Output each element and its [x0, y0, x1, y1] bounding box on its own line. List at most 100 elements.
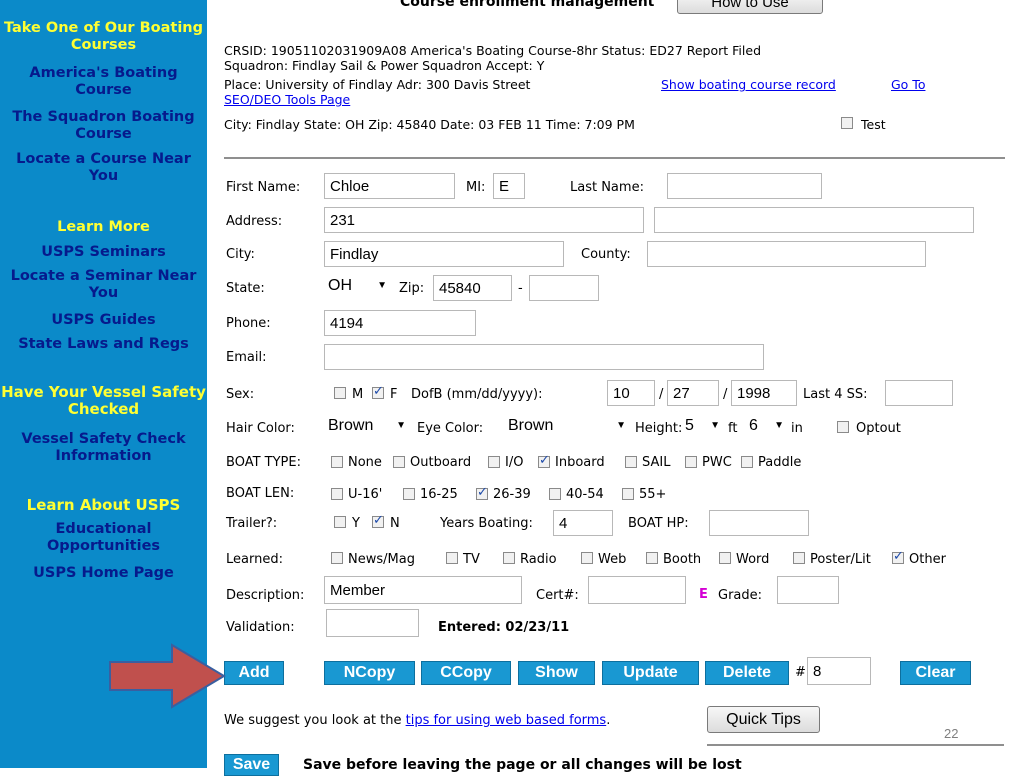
learned-booth-checkbox[interactable] [646, 552, 658, 564]
boat-len-26-39-checkbox[interactable] [476, 485, 488, 500]
county-input[interactable] [647, 241, 926, 267]
learned-newsmag-checkbox[interactable] [331, 552, 343, 564]
count-input[interactable] [807, 657, 871, 685]
save-button[interactable]: Save [224, 754, 279, 776]
learned-radio-checkbox[interactable] [503, 552, 515, 564]
divider-top [224, 157, 1005, 159]
trailer-no-checkbox[interactable] [372, 513, 384, 528]
ccopy-button[interactable]: CCopy [421, 661, 511, 685]
learned-web-checkbox[interactable] [581, 552, 593, 564]
mi-input[interactable] [493, 173, 525, 199]
state-label: State: [226, 281, 265, 296]
suggest-text: We suggest you look at the tips for usin… [224, 713, 610, 728]
tips-link[interactable]: tips for using web based forms [406, 713, 607, 728]
learned-posterlit-checkbox[interactable] [793, 552, 805, 564]
boat-type-outboard-label: Outboard [410, 455, 472, 470]
boat-type-pwc-checkbox[interactable] [685, 456, 697, 468]
sidebar-link-locate-seminar[interactable]: Locate a Seminar Near You [0, 268, 207, 302]
learned-newsmag-label: News/Mag [348, 552, 415, 567]
main-content: Course enrollment management How to Use … [207, 0, 1024, 776]
zip-input[interactable] [433, 275, 512, 301]
last-name-input[interactable] [667, 173, 822, 199]
goto-tools-link-start[interactable]: Go To [891, 77, 925, 92]
zip-label: Zip: [399, 281, 425, 296]
phone-input[interactable] [324, 310, 476, 336]
learned-tv-checkbox[interactable] [446, 552, 458, 564]
dob-day-input[interactable] [667, 380, 719, 406]
boat-len-55plus-label: 55+ [639, 487, 667, 502]
ncopy-button[interactable]: NCopy [324, 661, 415, 685]
trailer-no-label: N [390, 516, 400, 531]
years-boating-label: Years Boating: [440, 516, 533, 531]
learned-word-label: Word [736, 552, 770, 567]
description-label: Description: [226, 588, 305, 603]
boat-len-16-25-checkbox[interactable] [403, 488, 415, 500]
sidebar-link-educational[interactable]: Educational Opportunities [0, 521, 207, 555]
last4-input[interactable] [885, 380, 953, 406]
goto-tools-link[interactable]: SEO/DEO Tools Page [224, 92, 350, 107]
height-in-select[interactable]: 6 ▼ [745, 415, 787, 440]
first-name-input[interactable] [324, 173, 455, 199]
boat-len-55plus-checkbox[interactable] [622, 488, 634, 500]
test-label: Test [861, 117, 886, 132]
boat-type-none-checkbox[interactable] [331, 456, 343, 468]
boat-len-u16-checkbox[interactable] [331, 488, 343, 500]
boat-type-io-checkbox[interactable] [488, 456, 500, 468]
sidebar-link-locate-course[interactable]: Locate a Course Near You [0, 151, 207, 185]
boat-type-inboard-checkbox[interactable] [538, 453, 550, 468]
add-button[interactable]: Add [224, 661, 284, 685]
hair-color-select[interactable]: Brown ▼ [324, 415, 409, 440]
test-checkbox[interactable] [841, 117, 853, 129]
dob-month-input[interactable] [607, 380, 655, 406]
height-label: Height: [635, 421, 683, 436]
learned-word-checkbox[interactable] [719, 552, 731, 564]
zip4-input[interactable] [529, 275, 599, 301]
boat-type-outboard-checkbox[interactable] [393, 456, 405, 468]
boat-hp-input[interactable] [709, 510, 809, 536]
boat-type-sail-checkbox[interactable] [625, 456, 637, 468]
address-input[interactable] [324, 207, 644, 233]
height-ft-select[interactable]: 5 ▼ [681, 415, 723, 440]
sex-f-checkbox[interactable] [372, 384, 384, 399]
boat-type-sail-label: SAIL [642, 455, 671, 470]
cert-input[interactable] [588, 576, 686, 604]
show-button[interactable]: Show [518, 661, 595, 685]
red-arrow-annotation [109, 643, 226, 709]
sex-m-checkbox[interactable] [334, 387, 346, 399]
quick-tips-button[interactable]: Quick Tips [707, 706, 820, 733]
sidebar-link-seminars[interactable]: USPS Seminars [0, 244, 207, 261]
sidebar-link-squadron-course[interactable]: The Squadron Boating Course [0, 109, 207, 143]
show-course-record-link[interactable]: Show boating course record [661, 77, 836, 92]
description-input[interactable] [324, 576, 522, 604]
update-button[interactable]: Update [602, 661, 699, 685]
city-input[interactable] [324, 241, 564, 267]
count-hash-label: # [795, 665, 806, 680]
dob-year-input[interactable] [731, 380, 797, 406]
state-select[interactable]: OH ▼ [324, 275, 390, 300]
clear-button[interactable]: Clear [900, 661, 971, 685]
optout-checkbox[interactable] [837, 421, 849, 433]
years-boating-input[interactable] [553, 510, 613, 536]
sidebar-link-americas-course[interactable]: America's Boating Course [0, 65, 207, 99]
learned-other-checkbox[interactable] [892, 549, 904, 564]
email-input[interactable] [324, 344, 764, 370]
boat-type-paddle-checkbox[interactable] [741, 456, 753, 468]
boat-len-40-54-checkbox[interactable] [549, 488, 561, 500]
eye-color-select[interactable]: Brown ▼ [504, 415, 629, 440]
validation-input[interactable] [326, 609, 419, 637]
trailer-label: Trailer?: [226, 516, 278, 531]
sidebar-link-vessel-info[interactable]: Vessel Safety Check Information [0, 431, 207, 465]
height-ft-value: 5 [685, 417, 694, 434]
optout-label: Optout [856, 421, 901, 436]
trailer-yes-checkbox[interactable] [334, 516, 346, 528]
delete-button[interactable]: Delete [705, 661, 789, 685]
sidebar-link-state-laws[interactable]: State Laws and Regs [0, 336, 207, 353]
learned-other-label: Other [909, 552, 946, 567]
trailer-yes-label: Y [352, 516, 360, 531]
address2-input[interactable] [654, 207, 974, 233]
grade-input[interactable] [777, 576, 839, 604]
save-warning: Save before leaving the page or all chan… [303, 757, 742, 773]
sidebar-link-home[interactable]: USPS Home Page [0, 565, 207, 582]
how-to-use-button[interactable]: How to Use [677, 0, 823, 14]
sidebar-link-guides[interactable]: USPS Guides [0, 312, 207, 329]
